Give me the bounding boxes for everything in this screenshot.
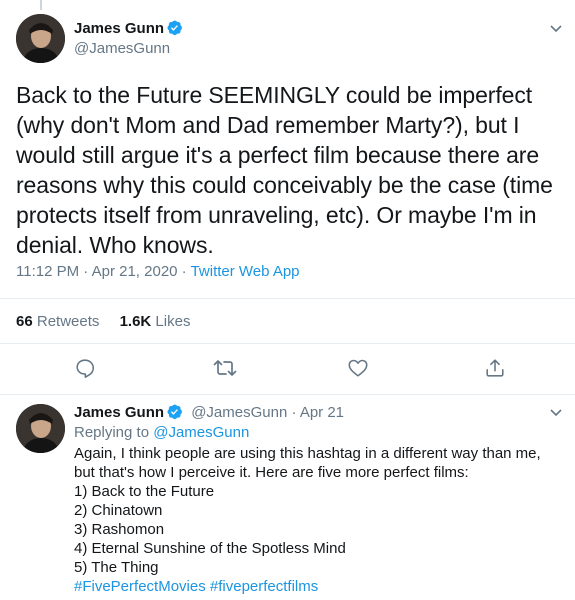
chevron-down-icon[interactable] (548, 404, 564, 420)
replying-to: Replying to @JamesGunn (74, 424, 249, 441)
reply-date[interactable]: Apr 21 (300, 404, 344, 421)
retweets-stat[interactable]: 66 Retweets (16, 313, 99, 330)
reply-text-line: Again, I think people are using this has… (74, 445, 541, 481)
hashtags-line: #FivePerfectMovies #fiveperfectfilms (74, 577, 564, 596)
meta-separator: · (287, 404, 300, 421)
reply-text-line: 2) Chinatown (74, 502, 163, 519)
share-icon (484, 357, 506, 384)
hashtag-link[interactable]: #FivePerfectMovies (74, 578, 206, 595)
chevron-down-icon[interactable] (548, 20, 564, 36)
tweet-meta: 11:12 PM · Apr 21, 2020 · Twitter Web Ap… (16, 263, 300, 280)
reply-button[interactable] (70, 355, 100, 385)
tweet-stats: 66 Retweets 1.6K Likes (16, 313, 190, 330)
like-button[interactable] (343, 355, 373, 385)
meta-separator: · (177, 263, 191, 280)
likes-count: 1.6K (119, 313, 152, 330)
source-app-link[interactable]: Twitter Web App (191, 263, 300, 280)
divider (0, 298, 575, 299)
author-name[interactable]: James Gunn (74, 404, 164, 421)
avatar[interactable] (16, 404, 65, 453)
reply-text-line: 3) Rashomon (74, 521, 165, 538)
reply-text: Again, I think people are using this has… (74, 444, 564, 596)
reply-icon (74, 357, 96, 384)
reply-header: James Gunn @JamesGunn · Apr 21 (74, 403, 344, 426)
meta-separator: · (79, 263, 92, 280)
tweet-date[interactable]: Apr 21, 2020 (92, 263, 178, 280)
divider (0, 343, 575, 344)
likes-stat[interactable]: 1.6K Likes (120, 313, 191, 330)
divider (0, 394, 575, 395)
verified-badge-icon (166, 403, 183, 426)
thread-connector-line (40, 0, 42, 10)
share-button[interactable] (480, 355, 510, 385)
retweet-icon (213, 357, 237, 384)
likes-label: Likes (155, 313, 191, 330)
reply-text-line: 4) Eternal Sunshine of the Spotless Mind (74, 540, 346, 557)
tweet-time[interactable]: 11:12 PM (16, 263, 79, 280)
tweet-text: Back to the Future SEEMINGLY could be im… (16, 82, 553, 258)
retweets-label: Retweets (36, 313, 100, 330)
replying-label: Replying to (74, 424, 150, 441)
author-handle[interactable]: @JamesGunn (74, 39, 170, 59)
author-handle[interactable]: @JamesGunn (191, 404, 287, 421)
retweets-count: 66 (16, 313, 33, 330)
like-icon (347, 357, 369, 384)
replying-to-link[interactable]: @JamesGunn (153, 424, 249, 441)
hashtag-link[interactable]: #fiveperfectfilms (210, 578, 318, 595)
avatar[interactable] (16, 14, 65, 63)
action-bar (0, 355, 575, 385)
author-name[interactable]: James Gunn (74, 20, 164, 37)
reply-text-line: 1) Back to the Future (74, 483, 215, 500)
reply-text-line: 5) The Thing (74, 559, 159, 576)
retweet-button[interactable] (210, 355, 240, 385)
